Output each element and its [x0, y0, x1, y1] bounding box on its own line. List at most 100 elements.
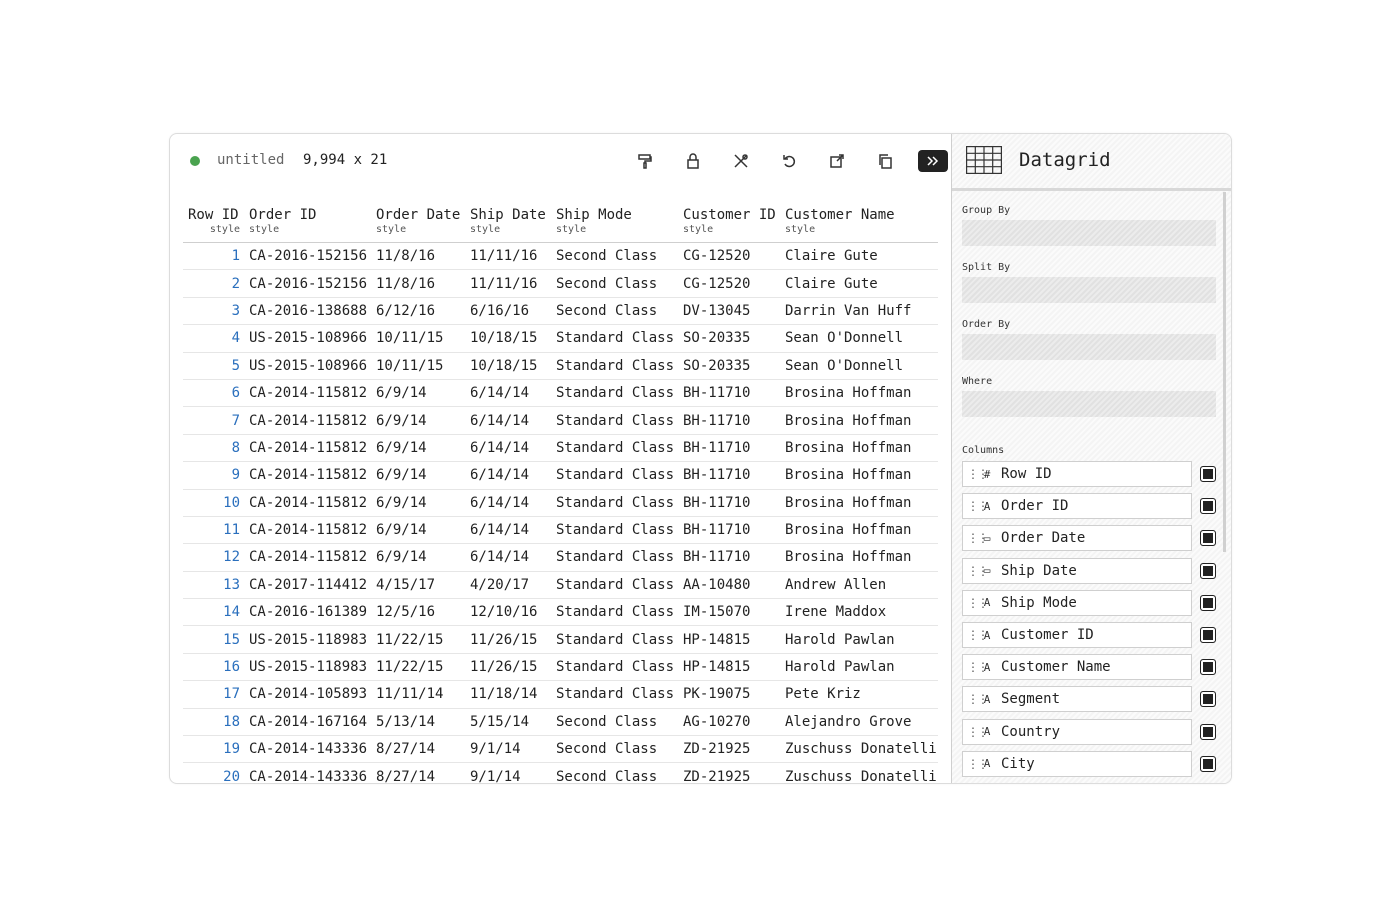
- group-by-dropzone[interactable]: [962, 220, 1216, 246]
- split-by-dropzone[interactable]: [962, 277, 1216, 303]
- column-visibility-checkbox[interactable]: [1200, 723, 1216, 740]
- table-cell[interactable]: Second Class: [551, 741, 678, 757]
- table-cell[interactable]: Zuschuss Donatelli: [780, 769, 938, 783]
- table-cell[interactable]: BH-11710: [678, 385, 780, 401]
- table-cell[interactable]: BH-11710: [678, 549, 780, 565]
- table-cell[interactable]: Irene Maddox: [780, 604, 938, 620]
- tools-icon[interactable]: [726, 149, 756, 173]
- table-cell[interactable]: Standard Class: [551, 604, 678, 620]
- table-row[interactable]: 11 CA-2014-115812 6/9/14 6/14/14 Standard Cl…: [183, 517, 938, 545]
- table-cell[interactable]: Second Class: [551, 714, 678, 730]
- table-cell[interactable]: Second Class: [551, 276, 678, 292]
- table-cell[interactable]: Harold Pawlan: [780, 632, 938, 648]
- table-cell[interactable]: Pete Kriz: [780, 686, 938, 702]
- table-cell[interactable]: 4: [183, 330, 244, 346]
- table-cell[interactable]: 6/14/14: [465, 549, 551, 565]
- table-cell[interactable]: 9/1/14: [465, 741, 551, 757]
- column-header[interactable]: Row ID style: [183, 204, 244, 242]
- column-item[interactable]: ⋮⋮ A Order ID: [962, 493, 1192, 520]
- table-cell[interactable]: Standard Class: [551, 522, 678, 538]
- column-visibility-checkbox[interactable]: [1200, 659, 1216, 676]
- table-cell[interactable]: 19: [183, 741, 244, 757]
- table-cell[interactable]: 1: [183, 248, 244, 264]
- table-cell[interactable]: CA-2016-138688: [244, 303, 371, 319]
- column-style-link[interactable]: style: [556, 224, 678, 235]
- table-cell[interactable]: 3: [183, 303, 244, 319]
- drag-handle-icon[interactable]: ⋮⋮: [967, 725, 989, 739]
- column-header[interactable]: Ship Date style: [465, 204, 551, 242]
- table-row[interactable]: 15 US-2015-118983 11/22/15 11/26/15 Standard…: [183, 626, 938, 654]
- table-row[interactable]: 10 CA-2014-115812 6/9/14 6/14/14 Standard Cl…: [183, 490, 938, 517]
- table-cell[interactable]: Standard Class: [551, 330, 678, 346]
- table-cell[interactable]: Standard Class: [551, 549, 678, 565]
- table-row[interactable]: 3 CA-2016-138688 6/12/16 6/16/16 Second Clas…: [183, 298, 938, 326]
- table-cell[interactable]: CA-2014-115812: [244, 549, 371, 565]
- table-cell[interactable]: 11/22/15: [371, 659, 465, 675]
- table-cell[interactable]: 6/14/14: [465, 440, 551, 456]
- table-cell[interactable]: 8/27/14: [371, 741, 465, 757]
- table-cell[interactable]: 6/9/14: [371, 495, 465, 511]
- table-cell[interactable]: CA-2014-143336: [244, 741, 371, 757]
- column-visibility-checkbox[interactable]: [1200, 498, 1216, 515]
- copy-icon[interactable]: [870, 149, 900, 173]
- drag-handle-icon[interactable]: ⋮⋮: [967, 531, 989, 545]
- column-visibility-checkbox[interactable]: [1200, 530, 1216, 547]
- table-cell[interactable]: HP-14815: [678, 659, 780, 675]
- table-cell[interactable]: ZD-21925: [678, 769, 780, 783]
- table-cell[interactable]: CA-2016-152156: [244, 248, 371, 264]
- table-cell[interactable]: US-2015-108966: [244, 330, 371, 346]
- table-cell[interactable]: Standard Class: [551, 467, 678, 483]
- table-cell[interactable]: 6/9/14: [371, 467, 465, 483]
- table-cell[interactable]: 10: [183, 495, 244, 511]
- drag-handle-icon[interactable]: ⋮⋮: [967, 596, 989, 610]
- settings-scrollbar[interactable]: [1223, 192, 1226, 552]
- drag-handle-icon[interactable]: ⋮⋮: [967, 692, 989, 706]
- column-item[interactable]: ⋮⋮ ▭ Ship Date: [962, 557, 1192, 584]
- table-cell[interactable]: Brosina Hoffman: [780, 495, 938, 511]
- table-cell[interactable]: CA-2014-115812: [244, 385, 371, 401]
- drag-handle-icon[interactable]: ⋮⋮: [967, 628, 989, 642]
- table-cell[interactable]: 11/22/15: [371, 632, 465, 648]
- column-visibility-checkbox[interactable]: [1200, 562, 1216, 579]
- table-cell[interactable]: Brosina Hoffman: [780, 385, 938, 401]
- table-cell[interactable]: 4/15/17: [371, 577, 465, 593]
- table-row[interactable]: 2 CA-2016-152156 11/8/16 11/11/16 Second Cla…: [183, 270, 938, 298]
- table-cell[interactable]: Brosina Hoffman: [780, 413, 938, 429]
- table-cell[interactable]: US-2015-118983: [244, 632, 371, 648]
- table-cell[interactable]: 12/5/16: [371, 604, 465, 620]
- column-style-link[interactable]: style: [470, 224, 551, 235]
- table-cell[interactable]: 10/11/15: [371, 358, 465, 374]
- table-cell[interactable]: 11/26/15: [465, 632, 551, 648]
- table-row[interactable]: 13 CA-2017-114412 4/15/17 4/20/17 Standard C…: [183, 572, 938, 600]
- table-cell[interactable]: 9/1/14: [465, 769, 551, 783]
- column-visibility-checkbox[interactable]: [1200, 755, 1216, 772]
- table-cell[interactable]: CA-2014-115812: [244, 440, 371, 456]
- table-row[interactable]: 20 CA-2014-143336 8/27/14 9/1/14 Second Clas…: [183, 763, 938, 783]
- table-cell[interactable]: Alejandro Grove: [780, 714, 938, 730]
- table-cell[interactable]: 11/18/14: [465, 686, 551, 702]
- table-cell[interactable]: 10/11/15: [371, 330, 465, 346]
- table-cell[interactable]: 11/11/14: [371, 686, 465, 702]
- table-row[interactable]: 19 CA-2014-143336 8/27/14 9/1/14 Second Clas…: [183, 736, 938, 764]
- table-cell[interactable]: HP-14815: [678, 632, 780, 648]
- table-cell[interactable]: 6/9/14: [371, 413, 465, 429]
- table-cell[interactable]: BH-11710: [678, 467, 780, 483]
- table-cell[interactable]: CA-2014-115812: [244, 413, 371, 429]
- column-item[interactable]: ⋮⋮ A Segment: [962, 686, 1192, 713]
- column-style-link[interactable]: style: [785, 224, 938, 235]
- table-cell[interactable]: Darrin Van Huff: [780, 303, 938, 319]
- collapse-panel-icon[interactable]: [918, 150, 948, 172]
- lock-icon[interactable]: [678, 149, 708, 173]
- table-cell[interactable]: 9: [183, 467, 244, 483]
- table-cell[interactable]: 8: [183, 440, 244, 456]
- table-cell[interactable]: 12: [183, 549, 244, 565]
- table-cell[interactable]: 15: [183, 632, 244, 648]
- table-cell[interactable]: 11: [183, 522, 244, 538]
- column-visibility-checkbox[interactable]: [1200, 594, 1216, 611]
- table-cell[interactable]: 5/15/14: [465, 714, 551, 730]
- table-cell[interactable]: Second Class: [551, 303, 678, 319]
- table-cell[interactable]: 6/16/16: [465, 303, 551, 319]
- table-cell[interactable]: SO-20335: [678, 330, 780, 346]
- table-cell[interactable]: Zuschuss Donatelli: [780, 741, 938, 757]
- table-cell[interactable]: 11/8/16: [371, 248, 465, 264]
